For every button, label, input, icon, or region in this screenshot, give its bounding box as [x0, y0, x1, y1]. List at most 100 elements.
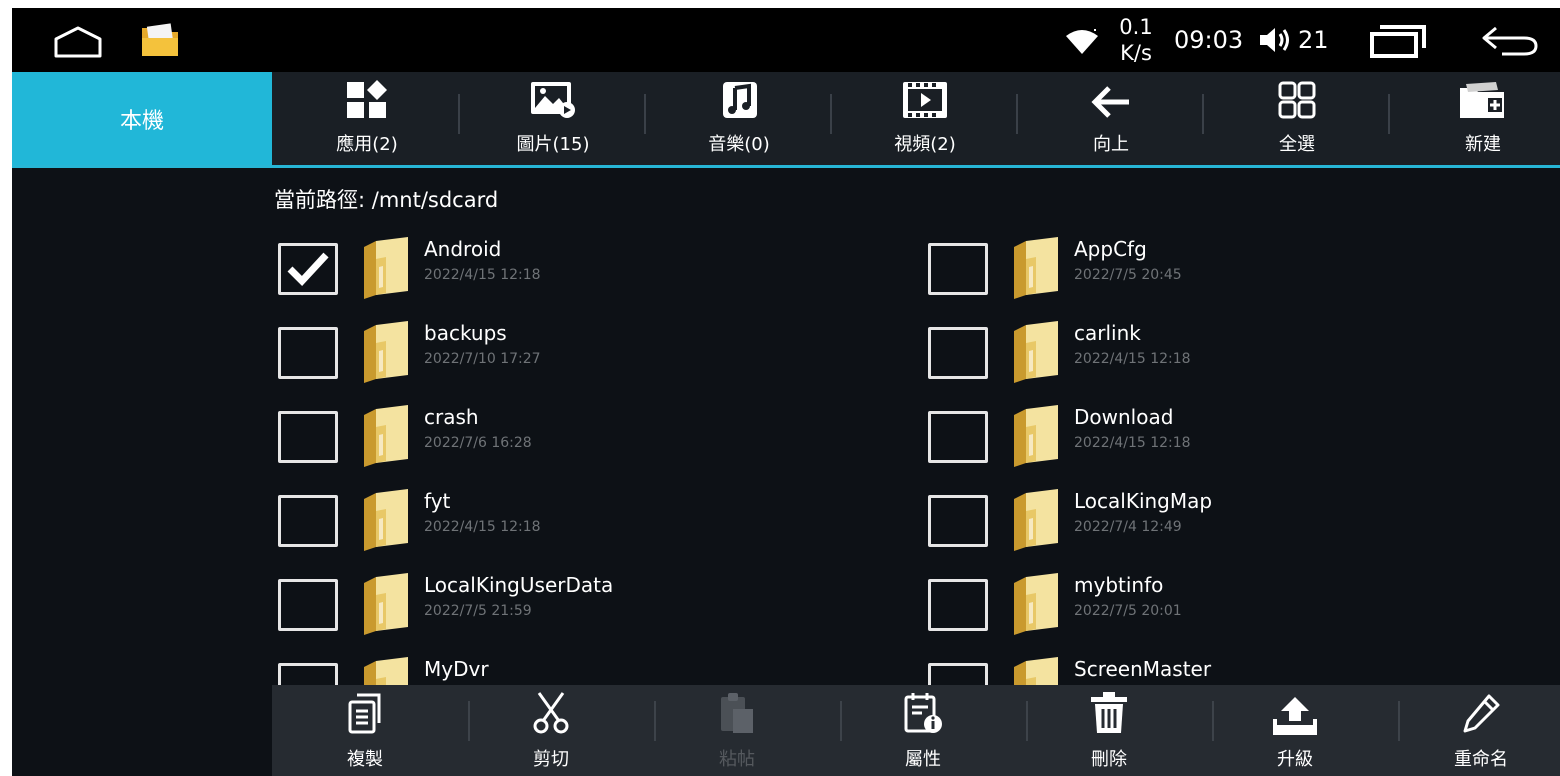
- folder-icon: [362, 237, 410, 299]
- toolbar-apps-label: 應用(2): [336, 134, 398, 155]
- file-date: 2022/4/15 12:18: [424, 267, 541, 283]
- checkbox[interactable]: [278, 495, 338, 547]
- file-name: LocalKingUserData: [424, 573, 614, 597]
- file-date: 2022/7/5 20:01: [1074, 603, 1182, 619]
- wifi-icon: [1062, 26, 1102, 58]
- file-date: 2022/7/4 12:49: [1074, 519, 1182, 535]
- file-name: LocalKingMap: [1074, 489, 1213, 513]
- file-name: MyDvr: [424, 657, 489, 681]
- copy-button[interactable]: 複製: [272, 685, 458, 776]
- folder-icon: [1012, 573, 1060, 635]
- checkbox[interactable]: [928, 495, 988, 547]
- upgrade-label: 升級: [1277, 749, 1313, 770]
- home-icon[interactable]: [50, 22, 106, 62]
- rename-button[interactable]: 重命名: [1388, 685, 1560, 776]
- checkmark-icon: [287, 252, 329, 287]
- current-path: 當前路徑: /mnt/sdcard: [274, 188, 499, 212]
- checkbox[interactable]: [928, 411, 988, 463]
- video-icon: [895, 72, 955, 124]
- music-icon: [709, 72, 769, 124]
- file-row-localkingmap[interactable]: LocalKingMap 2022/7/4 12:49: [928, 489, 1548, 573]
- file-row-backups[interactable]: backups 2022/7/10 17:27: [278, 321, 898, 405]
- file-name: backups: [424, 321, 507, 345]
- toolbar-images-button[interactable]: 圖片(15): [460, 72, 646, 165]
- delete-label: 刪除: [1091, 749, 1127, 770]
- paste-button[interactable]: 粘帖: [644, 685, 830, 776]
- folder-icon: [362, 489, 410, 551]
- file-row-appcfg[interactable]: AppCfg 2022/7/5 20:45: [928, 237, 1548, 321]
- properties-label: 屬性: [905, 749, 941, 770]
- checkbox[interactable]: [928, 327, 988, 379]
- checkbox[interactable]: [278, 327, 338, 379]
- network-speed-value: 0.1: [1119, 15, 1153, 39]
- delete-button[interactable]: 刪除: [1016, 685, 1202, 776]
- checkbox[interactable]: [928, 243, 988, 295]
- toolbar-select-all-button[interactable]: 全選: [1204, 72, 1390, 165]
- file-name: crash: [424, 405, 479, 429]
- cut-button[interactable]: 剪切: [458, 685, 644, 776]
- file-row-fyt[interactable]: fyt 2022/4/15 12:18: [278, 489, 898, 573]
- properties-icon: [893, 685, 953, 737]
- file-row-crash[interactable]: crash 2022/7/6 16:28: [278, 405, 898, 489]
- upgrade-icon: [1265, 685, 1325, 737]
- paste-icon: [707, 685, 767, 737]
- folder-icon: [1012, 321, 1060, 383]
- toolbar-videos-label: 視頻(2): [894, 134, 956, 155]
- file-manager-icon[interactable]: [138, 20, 182, 60]
- toolbar-new-button[interactable]: 新建: [1390, 72, 1560, 165]
- file-date: 2022/4/15 12:18: [424, 519, 541, 535]
- file-name: fyt: [424, 489, 451, 513]
- copy-icon: [335, 685, 395, 737]
- toolbar-videos-button[interactable]: 視頻(2): [832, 72, 1018, 165]
- checkbox[interactable]: [278, 243, 338, 295]
- file-date: 2022/4/15 12:18: [1074, 435, 1191, 451]
- volume-level: 21: [1298, 26, 1329, 54]
- checkbox[interactable]: [278, 579, 338, 631]
- rename-icon: [1451, 685, 1511, 737]
- tab-local[interactable]: 本機: [12, 72, 272, 165]
- checkbox[interactable]: [928, 579, 988, 631]
- file-row-carlink[interactable]: carlink 2022/4/15 12:18: [928, 321, 1548, 405]
- device-screen: 0.1 K/s 09:03 21 本機 應用(2) 圖片(15) 音樂(0) 視…: [12, 8, 1560, 776]
- folder-icon: [362, 405, 410, 467]
- file-name: AppCfg: [1074, 237, 1147, 261]
- top-toolbar: 本機 應用(2) 圖片(15) 音樂(0) 視頻(2) 向上 全選 新建: [12, 72, 1560, 168]
- toolbar-apps-button[interactable]: 應用(2): [274, 72, 460, 165]
- image-icon: [523, 72, 583, 124]
- checkbox[interactable]: [278, 411, 338, 463]
- file-row-download[interactable]: Download 2022/4/15 12:18: [928, 405, 1548, 489]
- volume-icon[interactable]: [1258, 24, 1292, 56]
- folder-icon: [1012, 489, 1060, 551]
- toolbar-images-label: 圖片(15): [516, 134, 590, 155]
- file-row-android[interactable]: Android 2022/4/15 12:18: [278, 237, 898, 321]
- file-date: 2022/7/10 17:27: [424, 351, 541, 367]
- clock: 09:03: [1174, 26, 1244, 54]
- file-name: Android: [424, 237, 502, 261]
- file-row-mybtinfo[interactable]: mybtinfo 2022/7/5 20:01: [928, 573, 1548, 657]
- folder-icon: [1012, 405, 1060, 467]
- toolbar-new-label: 新建: [1465, 134, 1501, 155]
- file-date: 2022/7/5 20:45: [1074, 267, 1182, 283]
- action-bar: 複製 剪切 粘帖 屬性 刪除 升級 重命名: [272, 685, 1560, 776]
- apps-icon: [337, 72, 397, 124]
- toolbar-up-button[interactable]: 向上: [1018, 72, 1204, 165]
- file-name: Download: [1074, 405, 1174, 429]
- file-date: 2022/7/5 21:59: [424, 603, 532, 619]
- folder-icon: [362, 573, 410, 635]
- file-date: 2022/4/15 12:18: [1074, 351, 1191, 367]
- back-icon[interactable]: [1478, 22, 1542, 60]
- file-date: 2022/7/6 16:28: [424, 435, 532, 451]
- file-name: carlink: [1074, 321, 1141, 345]
- file-row-localkinguserdata[interactable]: LocalKingUserData 2022/7/5 21:59: [278, 573, 898, 657]
- recents-icon[interactable]: [1366, 22, 1430, 60]
- new-folder-icon: [1453, 72, 1513, 124]
- cut-label: 剪切: [533, 749, 569, 770]
- toolbar-music-button[interactable]: 音樂(0): [646, 72, 832, 165]
- file-name: mybtinfo: [1074, 573, 1164, 597]
- folder-icon: [362, 321, 410, 383]
- upgrade-button[interactable]: 升級: [1202, 685, 1388, 776]
- paste-label: 粘帖: [719, 749, 755, 770]
- cut-icon: [521, 685, 581, 737]
- properties-button[interactable]: 屬性: [830, 685, 1016, 776]
- select-all-icon: [1267, 72, 1327, 124]
